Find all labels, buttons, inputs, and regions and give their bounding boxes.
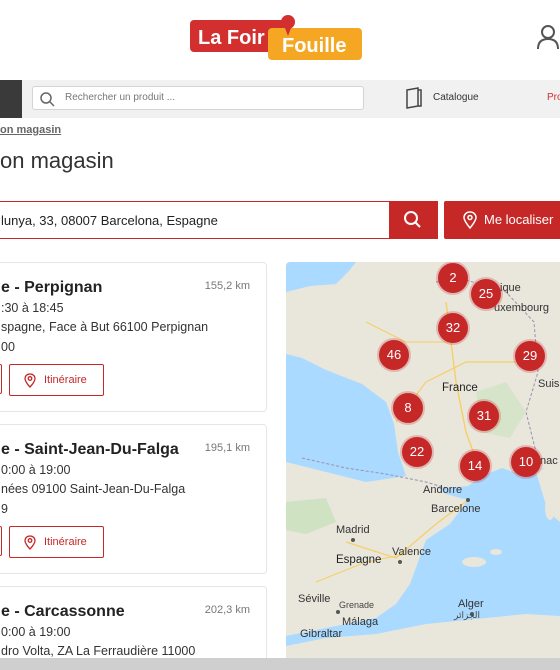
map-label-france: France bbox=[442, 382, 478, 394]
search-icon bbox=[404, 211, 421, 228]
map-cluster[interactable]: 32 bbox=[438, 313, 468, 343]
location-pin-icon bbox=[24, 535, 36, 550]
locate-me-label: Me localiser bbox=[484, 212, 554, 227]
store-address: dro Volta, ZA La Ferraudière 11000 bbox=[1, 644, 196, 658]
breadcrumb[interactable]: on magasin bbox=[0, 124, 61, 136]
map-label-espagne: Espagne bbox=[336, 554, 382, 566]
itinerary-label: Itinéraire bbox=[44, 536, 87, 548]
store-distance: 195,1 km bbox=[204, 442, 250, 454]
catalogue-link[interactable]: Catalogue bbox=[433, 92, 479, 103]
map-label-luxembourg: uxembourg bbox=[494, 302, 550, 314]
map-cluster[interactable]: 46 bbox=[379, 340, 409, 370]
map-label-valence: Valence bbox=[392, 546, 431, 558]
store-hours: 0:00 à 19:00 bbox=[1, 625, 71, 639]
store-name[interactable]: e - Saint-Jean-Du-Falga bbox=[1, 441, 179, 459]
map-label-gibraltar: Gibraltar bbox=[300, 628, 343, 640]
user-account-icon[interactable] bbox=[536, 24, 560, 50]
address-search-input[interactable]: lunya, 33, 08007 Barcelona, Espagne bbox=[0, 201, 390, 239]
store-hours: :30 à 18:45 bbox=[1, 301, 64, 315]
map-cluster[interactable]: 2 bbox=[438, 263, 468, 293]
logo-text-1: La Foir bbox=[198, 27, 265, 49]
store-distance: 155,2 km bbox=[204, 280, 250, 292]
store-address: nées 09100 Saint-Jean-Du-Falga bbox=[1, 482, 186, 496]
catalogue-icon[interactable] bbox=[404, 87, 424, 109]
map-label-madrid: Madrid bbox=[336, 524, 370, 536]
map-label-malaga: Málaga bbox=[342, 616, 379, 628]
map-cluster[interactable]: 14 bbox=[460, 451, 490, 481]
map-cluster[interactable]: 31 bbox=[469, 401, 499, 431]
store-card[interactable]: e - Perpignan 155,2 km :30 à 18:45 spagn… bbox=[0, 262, 267, 412]
map-cluster[interactable]: 25 bbox=[471, 279, 501, 309]
store-details-button[interactable] bbox=[0, 364, 2, 394]
locate-me-button[interactable]: Me localiser bbox=[444, 201, 560, 239]
map-label-andorre: Andorre bbox=[423, 484, 463, 496]
itinerary-button[interactable]: Itinéraire bbox=[9, 526, 104, 558]
horizontal-scrollbar[interactable] bbox=[0, 658, 560, 670]
itinerary-button[interactable]: Itinéraire bbox=[9, 364, 104, 396]
map-label-monaco: nac bbox=[540, 455, 558, 467]
map-cluster[interactable]: 10 bbox=[511, 447, 541, 477]
logo-text-2: Fouille bbox=[282, 35, 346, 57]
store-phone: 9 bbox=[1, 502, 8, 516]
store-map[interactable]: ique uxembourg France Suis nac Andorre B… bbox=[286, 262, 560, 658]
search-icon bbox=[40, 92, 55, 107]
map-label-alger-ar: الجزائر bbox=[454, 610, 480, 620]
search-placeholder: Rechercher un produit ... bbox=[65, 92, 176, 103]
location-pin-icon bbox=[463, 211, 477, 230]
store-phone: 00 bbox=[1, 340, 15, 354]
address-value: lunya, 33, 08007 Barcelona, Espagne bbox=[1, 213, 218, 228]
menu-button[interactable] bbox=[0, 80, 22, 118]
map-label-seville: Séville bbox=[298, 593, 331, 605]
map-label-alger: Alger bbox=[458, 598, 484, 610]
map-label-belgique: ique bbox=[500, 282, 521, 294]
store-details-button[interactable] bbox=[0, 526, 2, 556]
store-card[interactable]: e - Saint-Jean-Du-Falga 195,1 km 0:00 à … bbox=[0, 424, 267, 574]
page-title: on magasin bbox=[0, 148, 114, 173]
map-cluster[interactable]: 29 bbox=[515, 341, 545, 371]
map-label-suisse: Suis bbox=[538, 378, 560, 390]
location-pin-icon bbox=[24, 373, 36, 388]
promo-link[interactable]: Pro bbox=[547, 92, 560, 103]
map-label-grenade: Grenade bbox=[339, 600, 375, 610]
itinerary-label: Itinéraire bbox=[44, 374, 87, 386]
store-name[interactable]: e - Carcassonne bbox=[1, 603, 125, 621]
product-search-input[interactable]: Rechercher un produit ... bbox=[32, 86, 364, 110]
address-search-button[interactable] bbox=[389, 201, 438, 239]
map-cluster[interactable]: 22 bbox=[402, 437, 432, 467]
store-name[interactable]: e - Perpignan bbox=[1, 279, 102, 297]
store-hours: 0:00 à 19:00 bbox=[1, 463, 71, 477]
map-label-barcelone: Barcelone bbox=[431, 503, 481, 515]
brand-logo[interactable]: La Foir Fouille bbox=[190, 14, 362, 62]
store-address: spagne, Face à But 66100 Perpignan bbox=[1, 320, 209, 334]
store-distance: 202,3 km bbox=[204, 604, 250, 616]
map-cluster[interactable]: 8 bbox=[393, 393, 423, 423]
